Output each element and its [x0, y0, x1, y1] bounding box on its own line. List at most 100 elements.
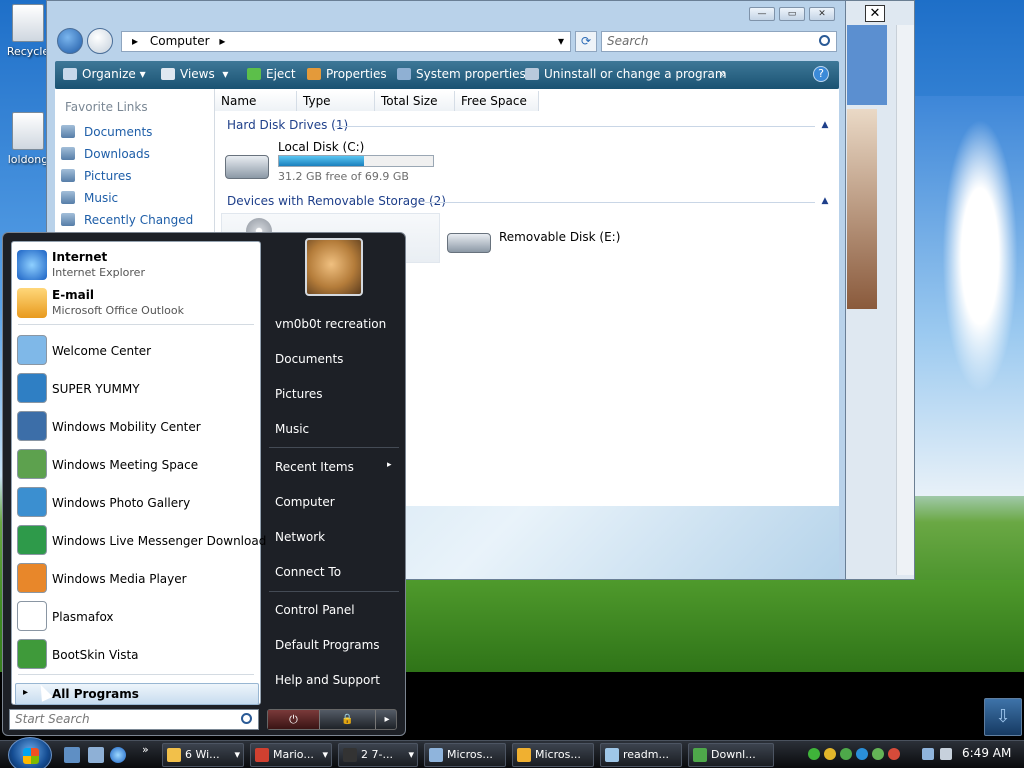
removable-disk-icon[interactable]	[447, 233, 491, 253]
column-header-name[interactable]: Name	[215, 91, 297, 111]
user-avatar[interactable]	[305, 238, 363, 296]
collapse-group-icon[interactable]: ▲	[820, 120, 830, 130]
address-location[interactable]: Computer	[150, 34, 210, 48]
notepad-icon	[605, 748, 619, 762]
drive-name-e[interactable]: Removable Disk (E:)	[499, 230, 620, 244]
start-right-music[interactable]: Music	[275, 422, 309, 436]
search-placeholder: Search	[607, 34, 649, 48]
start-right-default-programs[interactable]: Default Programs	[275, 638, 380, 652]
group-header-hard-disk[interactable]: Hard Disk Drives (1)	[227, 118, 348, 132]
properties-button[interactable]: Properties	[307, 67, 387, 81]
internet-explorer-icon[interactable]	[110, 747, 126, 763]
search-icon[interactable]	[241, 713, 252, 724]
messenger-tray-icon[interactable]	[840, 748, 852, 760]
power-icon: ⏻	[289, 713, 298, 726]
volume-icon[interactable]	[940, 748, 952, 760]
start-item-email[interactable]: E-mail Microsoft Office Outlook	[12, 285, 260, 323]
bootskin-icon	[17, 639, 47, 669]
update-tray-icon[interactable]	[856, 748, 868, 760]
start-right-network[interactable]: Network	[275, 530, 325, 544]
address-dropdown-icon[interactable]: ▾	[558, 32, 564, 51]
start-item-super-yummy[interactable]: SUPER YUMMY	[12, 370, 260, 408]
start-item-windows-mobility-center[interactable]: Windows Mobility Center	[12, 408, 260, 446]
help-button[interactable]: ?	[813, 66, 829, 82]
start-right-control-panel[interactable]: Control Panel	[275, 603, 355, 617]
start-item-windows-live-messenger-download[interactable]: Windows Live Messenger Download	[12, 522, 266, 560]
address-bar[interactable]: ▸ Computer ▸ ▾	[121, 31, 571, 52]
taskbar-button[interactable]: Micros...	[512, 743, 594, 767]
power-options-button[interactable]: ▸	[378, 710, 396, 729]
start-right-help-support[interactable]: Help and Support	[275, 673, 380, 687]
taskbar-button[interactable]: Mario... ▾	[250, 743, 332, 767]
favorite-link-recently-changed[interactable]: Recently Changed	[61, 213, 193, 227]
start-search-input[interactable]: Start Search	[9, 709, 259, 730]
network-icon[interactable]	[922, 748, 934, 760]
start-right-connect-to[interactable]: Connect To	[275, 565, 341, 579]
more-commands-button[interactable]: »	[719, 67, 726, 81]
favorite-link-documents[interactable]: Documents	[61, 125, 152, 139]
start-right-pictures[interactable]: Pictures	[275, 387, 323, 401]
favorite-link-music[interactable]: Music	[61, 191, 118, 205]
forward-button[interactable]	[87, 28, 113, 54]
start-item-internet[interactable]: Internet Internet Explorer	[12, 247, 260, 285]
start-item-windows-photo-gallery[interactable]: Windows Photo Gallery	[12, 484, 260, 522]
window-scrollbar[interactable]	[896, 25, 914, 575]
security-shield-icon[interactable]	[824, 748, 836, 760]
search-icon[interactable]	[819, 35, 830, 46]
start-item-plasmafox[interactable]: Plasmafox	[12, 598, 260, 636]
system-properties-button[interactable]: System properties	[397, 67, 526, 81]
start-item-windows-meeting-space[interactable]: Windows Meeting Space	[12, 446, 260, 484]
drive-name-c[interactable]: Local Disk (C:)	[278, 140, 364, 154]
group-header-removable[interactable]: Devices with Removable Storage (2)	[227, 194, 446, 208]
maximize-button[interactable]: ▭	[779, 7, 805, 21]
start-menu-separator	[18, 674, 254, 675]
group-divider	[335, 126, 815, 127]
recycle-bin-icon	[12, 4, 44, 42]
background-window-close-button[interactable]: ✕	[865, 5, 885, 22]
start-menu[interactable]: Internet Internet Explorer E-mail Micros…	[2, 232, 406, 736]
show-desktop-quicklaunch-icon[interactable]	[64, 747, 80, 763]
organize-button[interactable]: Organize ▾	[63, 67, 146, 81]
start-right-recent-items[interactable]: Recent Items	[275, 460, 354, 474]
column-header-type[interactable]: Type	[297, 91, 375, 111]
back-button[interactable]	[57, 28, 83, 54]
refresh-button[interactable]: ⟳	[575, 31, 597, 52]
views-button[interactable]: Views ▾	[161, 67, 228, 81]
desktop-icon-label: loldong	[7, 153, 49, 166]
start-right-documents[interactable]: Documents	[275, 352, 343, 366]
column-header-total-size[interactable]: Total Size	[375, 91, 455, 111]
alert-tray-icon[interactable]	[888, 748, 900, 760]
start-item-bootskin-vista[interactable]: BootSkin Vista	[12, 636, 260, 674]
search-input[interactable]: Search	[601, 31, 837, 52]
network-status-icon[interactable]	[808, 748, 820, 760]
minimize-button[interactable]: —	[749, 7, 775, 21]
clock[interactable]: 6:49 AM	[962, 746, 1011, 760]
taskbar-button[interactable]: 6 Wi... ▾	[162, 743, 244, 767]
start-right-computer[interactable]: Computer	[275, 495, 335, 509]
start-right-user[interactable]: vm0b0t recreation	[275, 317, 386, 331]
start-button[interactable]	[8, 737, 52, 768]
switch-windows-icon[interactable]	[88, 747, 104, 763]
power-button[interactable]: ⏻	[268, 710, 320, 729]
lock-button[interactable]: 🔒	[320, 710, 376, 729]
collapse-group-icon[interactable]: ▲	[820, 196, 830, 206]
start-item-windows-media-player[interactable]: Windows Media Player	[12, 560, 260, 598]
background-window[interactable]	[840, 0, 915, 580]
taskbar-button[interactable]: Downl...	[688, 743, 774, 767]
uninstall-button[interactable]: Uninstall or change a program	[525, 67, 727, 81]
eject-button[interactable]: Eject	[247, 67, 296, 81]
favorite-link-pictures[interactable]: Pictures	[61, 169, 132, 183]
taskbar-button[interactable]: readm...	[600, 743, 682, 767]
start-item-welcome-center[interactable]: Welcome Center	[12, 332, 260, 370]
close-button[interactable]: ✕	[809, 7, 835, 21]
show-desktop-button[interactable]: ⇩	[984, 698, 1022, 736]
breadcrumb-arrow-icon[interactable]: ▸	[219, 34, 225, 48]
column-header-free-space[interactable]: Free Space	[455, 91, 539, 111]
taskbar-button[interactable]: 2 7-... ▾	[338, 743, 418, 767]
favorite-link-downloads[interactable]: Downloads	[61, 147, 150, 161]
recently-changed-icon	[61, 213, 75, 226]
hard-drive-icon[interactable]	[225, 155, 269, 179]
app-tray-icon[interactable]	[872, 748, 884, 760]
quicklaunch-more-icon[interactable]: »	[142, 743, 149, 756]
taskbar-button[interactable]: Micros...	[424, 743, 506, 767]
